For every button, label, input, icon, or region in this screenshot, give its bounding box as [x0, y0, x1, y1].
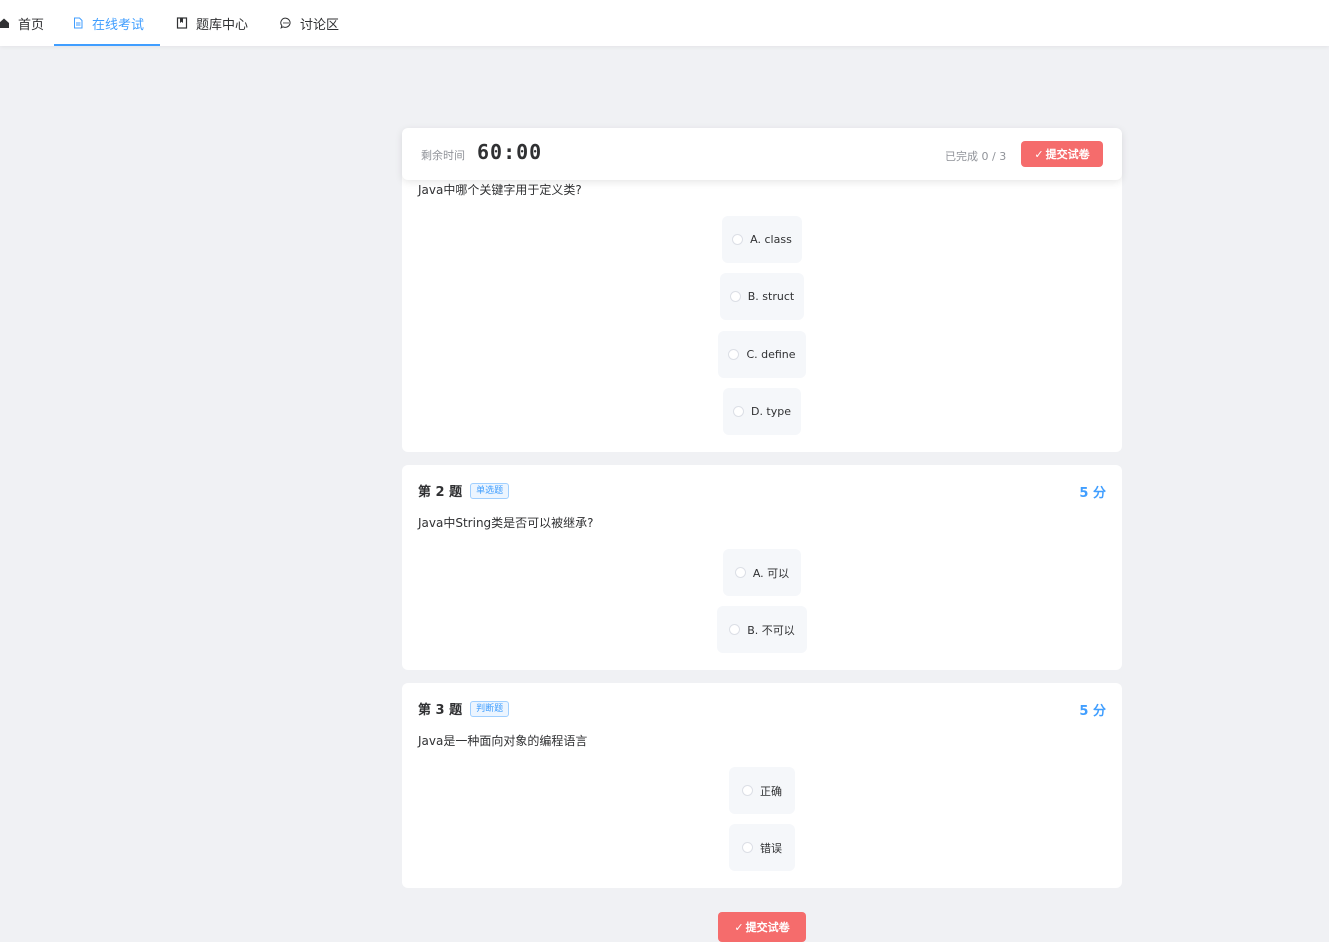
nav-item-label: 题库中心 — [196, 17, 249, 33]
radio-circle[interactable] — [742, 785, 753, 796]
timer-value: 60:00 — [477, 140, 543, 164]
option-false[interactable]: 错误 — [729, 824, 795, 871]
option-label: 正确 — [760, 784, 782, 798]
question-header: 第 3 题 判断题 — [418, 699, 510, 718]
exam-status-bar: 剩余时间 60:00 已完成 0 / 3 ✓ 提交试卷 — [402, 128, 1122, 180]
radio-circle[interactable] — [729, 291, 741, 302]
question-number: 第 3 题 — [418, 703, 463, 718]
option-b[interactable]: B. struct — [720, 273, 804, 320]
nav-item-online-exam[interactable]: 在线考试 — [53, 0, 161, 46]
option-a[interactable]: A. 可以 — [723, 549, 801, 596]
option-b[interactable]: B. 不可以 — [717, 606, 807, 653]
option-label: B. 不可以 — [747, 623, 795, 637]
question-number: 第 2 题 — [418, 485, 463, 500]
submit-label: 提交试卷 — [745, 921, 790, 934]
home-icon — [0, 17, 10, 29]
option-true[interactable]: 正确 — [729, 767, 795, 814]
option-label: A. 可以 — [752, 566, 790, 580]
option-a[interactable]: A. class — [722, 216, 802, 263]
question-header: 第 2 题 单选题 — [418, 481, 510, 500]
question-type-badge: 判断题 — [470, 700, 510, 717]
radio-circle[interactable] — [742, 842, 753, 853]
question-card-1: Java中哪个关键字用于定义类? A. class B. struct C. d… — [402, 150, 1122, 452]
nav-item-question-bank[interactable]: 题库中心 — [176, 0, 248, 46]
submit-label: 提交试卷 — [1045, 148, 1090, 161]
nav-item-label: 首页 — [18, 17, 45, 33]
nav-item-label: 讨论区 — [300, 17, 340, 33]
question-card-3: 第 3 题 判断题 5 分 Java是一种面向对象的编程语言 正确 错误 — [402, 683, 1122, 888]
option-label: C. define — [746, 348, 796, 361]
timer-label: 剩余时间 — [421, 149, 465, 162]
question-type-badge: 单选题 — [470, 482, 510, 499]
submit-exam-button[interactable]: ✓ 提交试卷 — [1021, 141, 1103, 167]
top-navigation: 首页 在线考试 题库中心 讨论区 — [0, 0, 1329, 46]
chat-icon — [280, 17, 292, 29]
question-text: Java中哪个关键字用于定义类? — [418, 183, 582, 197]
radio-circle[interactable] — [732, 406, 744, 417]
radio-circle[interactable] — [729, 624, 741, 635]
option-label: 错误 — [760, 841, 782, 855]
radio-circle[interactable] — [728, 349, 740, 360]
option-c[interactable]: C. define — [718, 331, 806, 378]
radio-circle[interactable] — [734, 567, 746, 578]
bottom-submit-exam-button[interactable]: ✓ 提交试卷 — [718, 912, 806, 942]
progress-text: 已完成 0 / 3 — [945, 150, 1007, 163]
nav-item-home[interactable]: 首页 — [0, 0, 44, 46]
check-icon: ✓ — [734, 920, 744, 934]
question-text: Java中String类是否可以被继承? — [418, 516, 594, 530]
option-label: B. struct — [747, 290, 795, 303]
nav-item-discussion[interactable]: 讨论区 — [280, 0, 339, 46]
document-icon — [72, 17, 84, 29]
option-d[interactable]: D. type — [723, 388, 801, 435]
question-score: 5 分 — [1079, 486, 1106, 501]
question-text: Java是一种面向对象的编程语言 — [418, 734, 588, 748]
option-label: D. type — [750, 405, 792, 418]
question-card-2: 第 2 题 单选题 5 分 Java中String类是否可以被继承? A. 可以… — [402, 465, 1122, 670]
check-icon: ✓ — [1034, 147, 1044, 161]
question-score: 5 分 — [1079, 704, 1106, 719]
nav-item-label: 在线考试 — [92, 17, 145, 33]
radio-circle[interactable] — [732, 234, 744, 245]
book-icon — [176, 17, 188, 29]
option-label: A. class — [750, 233, 792, 246]
